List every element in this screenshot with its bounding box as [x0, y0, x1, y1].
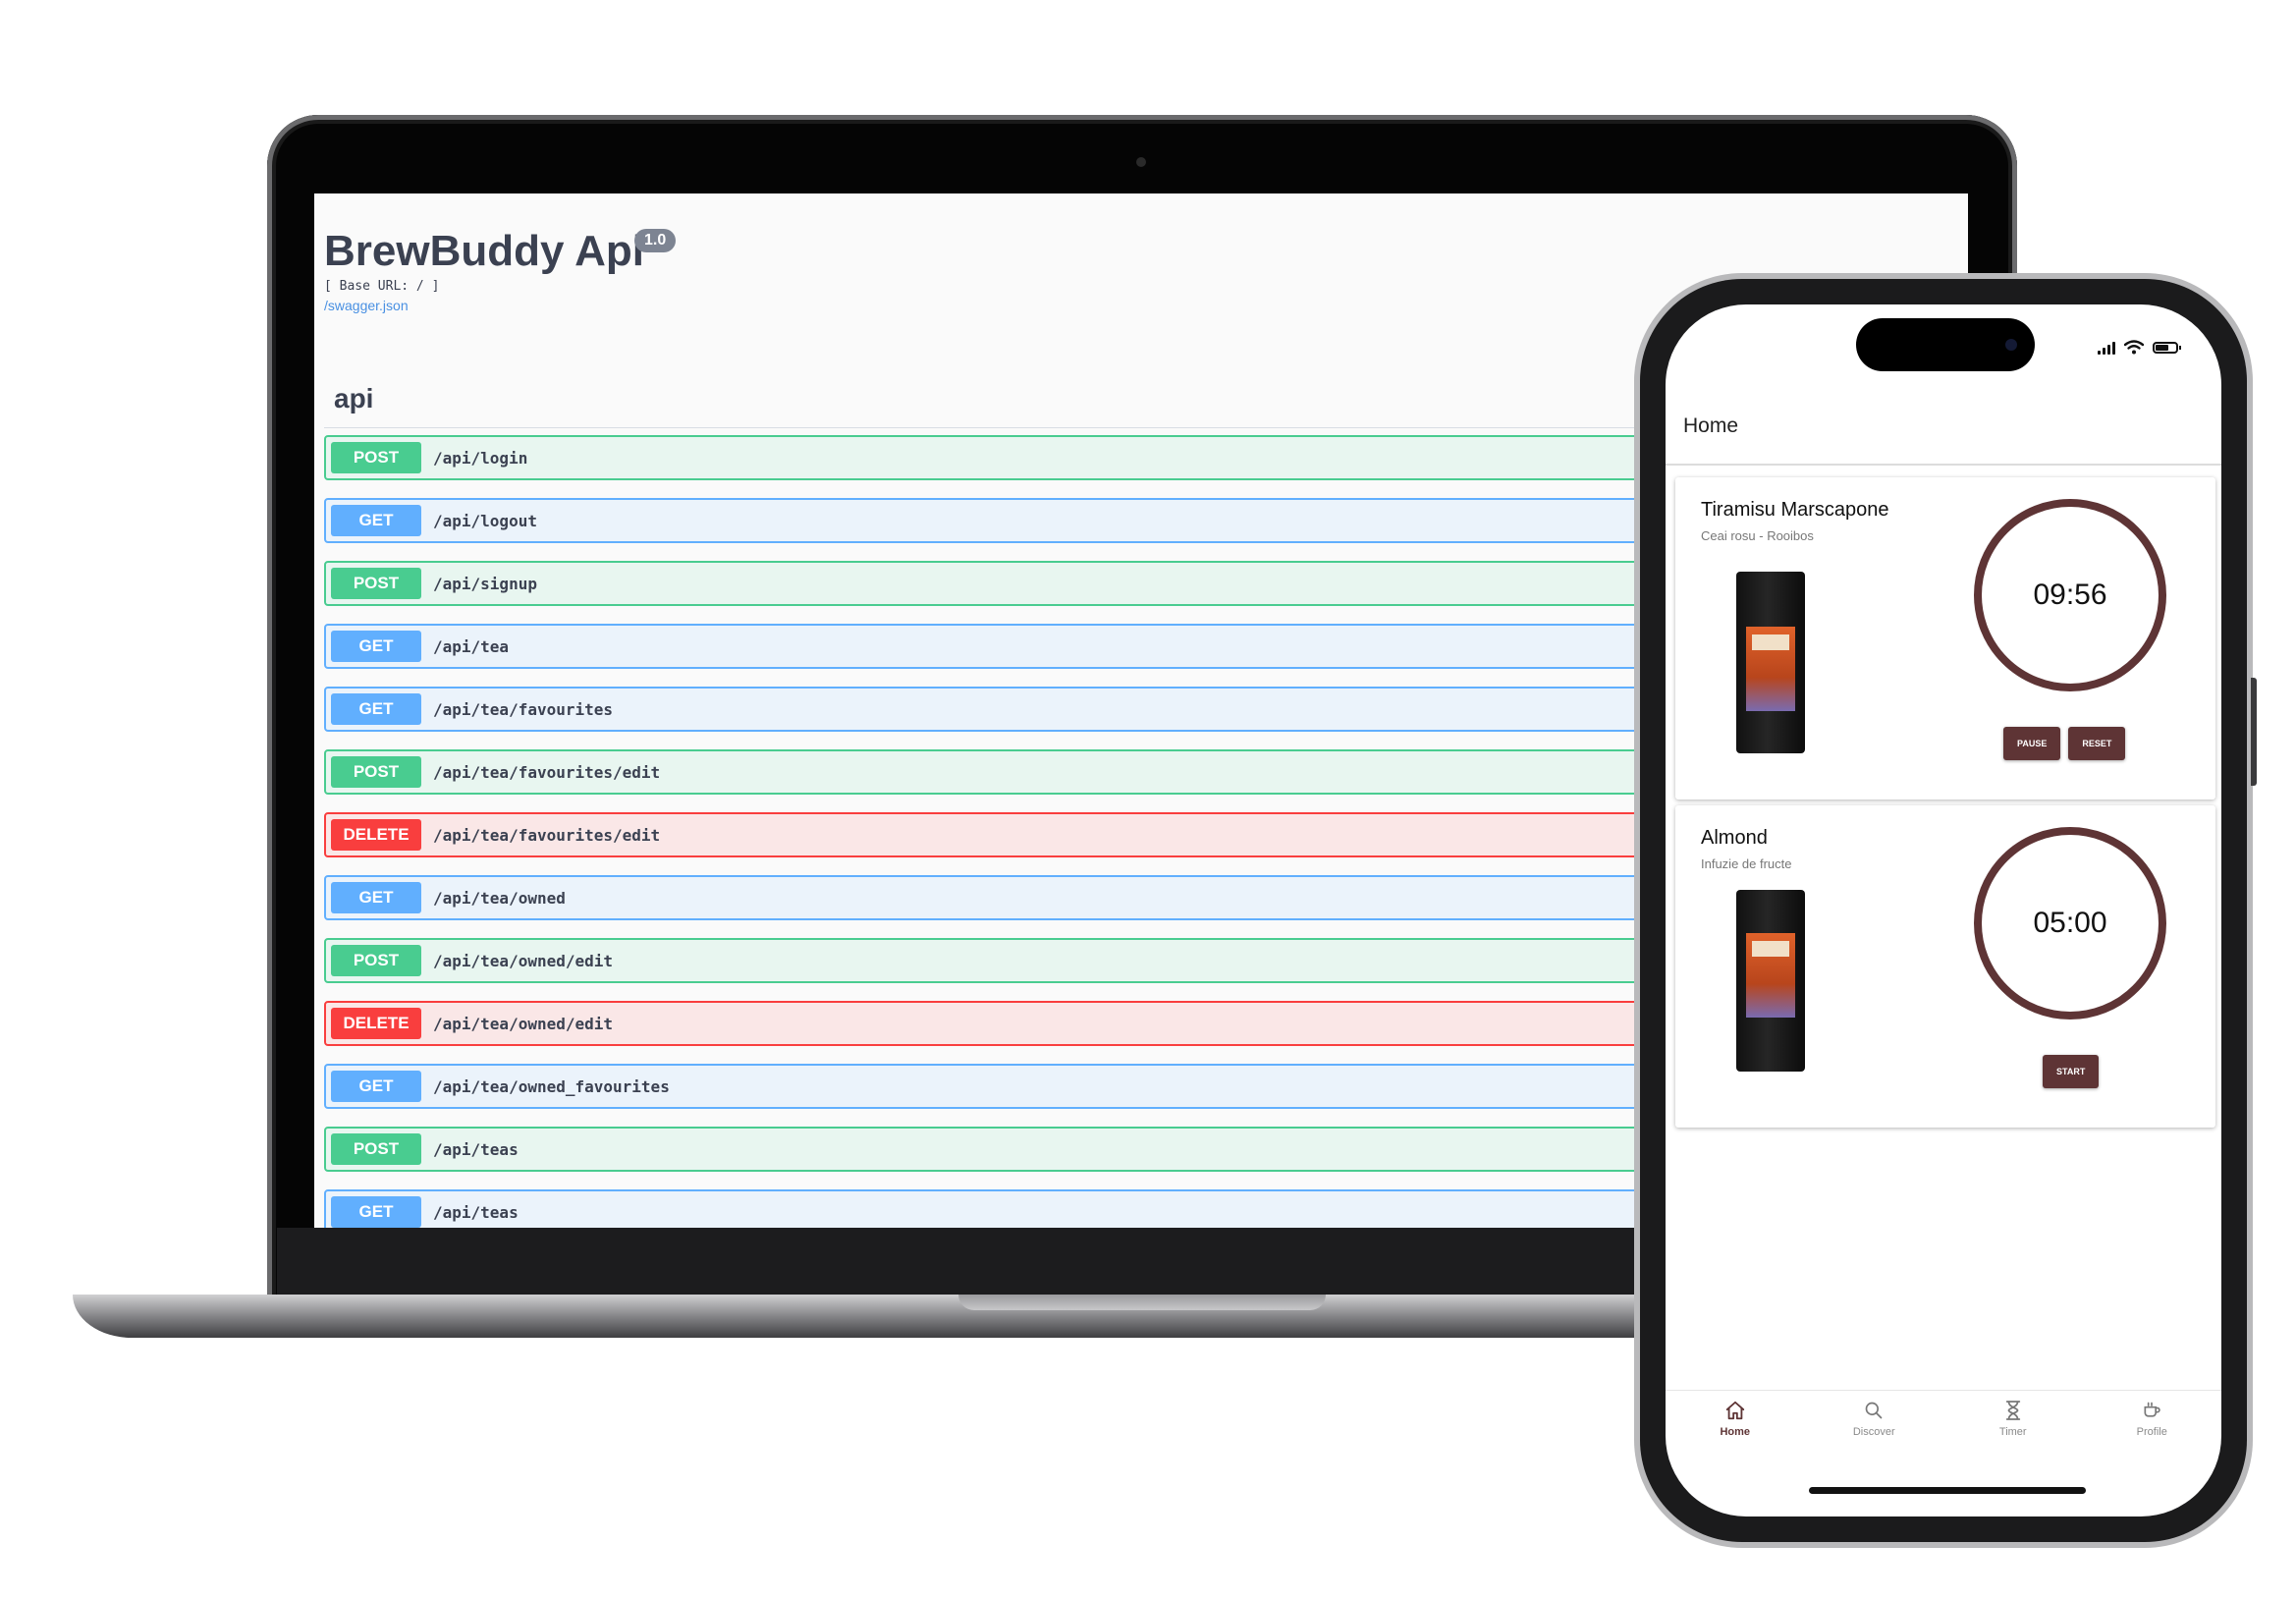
operation-path: /api/login [433, 448, 528, 468]
tea-name: Tiramisu Marscapone [1701, 499, 1889, 521]
operation-path: /api/tea/owned [433, 888, 566, 908]
battery-icon [2153, 341, 2181, 354]
timer-display: 09:56 [1974, 499, 2166, 691]
timer-display: 05:00 [1974, 827, 2166, 1020]
swagger-json-link[interactable]: /swagger.json [324, 298, 409, 313]
cup-icon [2142, 1399, 2161, 1422]
operation-path: /api/logout [433, 511, 537, 530]
base-url: [ Base URL: / ] [324, 279, 440, 294]
operation-path: /api/teas [433, 1202, 519, 1222]
pause-button[interactable]: PAUSE [2003, 727, 2061, 760]
method-badge: POST [331, 756, 421, 788]
dynamic-island [1856, 318, 2035, 371]
page-title: Home [1683, 414, 1739, 437]
operation-path: /api/tea/favourites/edit [433, 825, 661, 845]
method-badge: GET [331, 505, 421, 536]
timer-controls: START [2043, 1055, 2100, 1088]
tea-name: Almond [1701, 827, 1768, 849]
method-badge: GET [331, 631, 421, 662]
operation-path: /api/teas [433, 1139, 519, 1159]
tea-package-label [1746, 627, 1795, 711]
tea-package-label-strip [1752, 634, 1789, 650]
operation-path: /api/tea [433, 636, 510, 656]
app-bar [1666, 403, 2221, 466]
laptop-camera [1136, 157, 1146, 167]
method-badge: POST [331, 568, 421, 599]
tea-type: Ceai rosu - Rooibos [1701, 528, 1814, 543]
home-indicator [1809, 1487, 2086, 1494]
phone-side-button [2251, 678, 2257, 786]
tea-card[interactable]: Tiramisu Marscapone Ceai rosu - Rooibos … [1675, 477, 2215, 800]
hourglass-icon [2004, 1399, 2022, 1422]
operation-path: /api/tea/favourites [433, 699, 614, 719]
bottom-navigation: Home Discover Timer Profile [1666, 1390, 2221, 1456]
phone-screen: Home Tiramisu Marscapone Ceai rosu - Roo… [1666, 304, 2221, 1516]
method-badge: GET [331, 693, 421, 725]
operation-path: /api/tea/favourites/edit [433, 762, 661, 782]
api-title: BrewBuddy Api [324, 227, 644, 275]
tea-package-image [1736, 890, 1805, 1072]
tea-package-label [1746, 933, 1795, 1018]
start-button[interactable]: START [2043, 1055, 2100, 1088]
nav-label: Home [1720, 1426, 1751, 1438]
tea-type: Infuzie de fructe [1701, 856, 1792, 871]
tea-package-label-strip [1752, 941, 1789, 957]
method-badge: POST [331, 442, 421, 473]
nav-item-profile[interactable]: Profile [2083, 1391, 2222, 1456]
signal-icon [2098, 341, 2115, 355]
wifi-icon [2124, 340, 2144, 355]
api-version-badge: 1.0 [634, 229, 677, 252]
nav-label: Discover [1852, 1426, 1895, 1438]
operation-path: /api/tea/owned/edit [433, 951, 614, 970]
status-bar-icons [2098, 340, 2181, 355]
front-camera [2005, 339, 2017, 351]
section-title[interactable]: api [334, 383, 373, 414]
operation-path: /api/tea/owned_favourites [433, 1076, 670, 1096]
method-badge: GET [331, 882, 421, 913]
tea-package-image [1736, 572, 1805, 753]
method-badge: DELETE [331, 819, 421, 851]
nav-label: Profile [2136, 1426, 2167, 1438]
method-badge: GET [331, 1071, 421, 1102]
operation-path: /api/tea/owned/edit [433, 1014, 614, 1033]
laptop-lid-notch [958, 1295, 1326, 1310]
nav-label: Timer [1998, 1426, 2027, 1438]
method-badge: GET [331, 1196, 421, 1228]
timer-controls: PAUSE RESET [2003, 727, 2126, 760]
tea-card[interactable]: Almond Infuzie de fructe 05:00 START [1675, 805, 2215, 1128]
method-badge: POST [331, 1133, 421, 1165]
nav-item-home[interactable]: Home [1666, 1391, 1805, 1456]
reset-button[interactable]: RESET [2068, 727, 2126, 760]
nav-item-timer[interactable]: Timer [1943, 1391, 2083, 1456]
nav-item-discover[interactable]: Discover [1805, 1391, 1944, 1456]
home-icon [1724, 1399, 1746, 1422]
operation-path: /api/signup [433, 574, 537, 593]
method-badge: DELETE [331, 1008, 421, 1039]
method-badge: POST [331, 945, 421, 976]
search-icon [1864, 1399, 1884, 1422]
